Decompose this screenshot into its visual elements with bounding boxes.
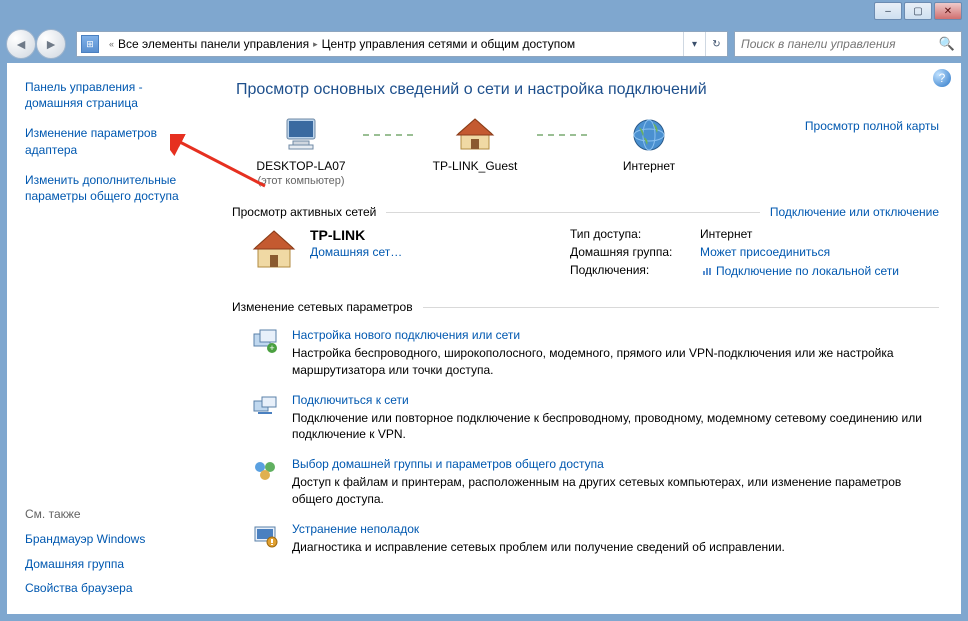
see-also-label: См. также xyxy=(25,507,198,521)
map-connector-icon xyxy=(358,115,418,155)
svg-text:+: + xyxy=(269,343,274,353)
signal-icon xyxy=(700,263,712,275)
network-type-link[interactable]: Домашняя сет… xyxy=(310,245,570,259)
refresh-button[interactable]: ↻ xyxy=(705,32,727,56)
search-box[interactable]: 🔍 xyxy=(734,31,962,57)
task-connect-network-desc: Подключение или повторное подключение к … xyxy=(292,410,939,444)
minimize-button[interactable]: – xyxy=(874,2,902,20)
active-networks-label: Просмотр активных сетей xyxy=(232,205,376,219)
task-homegroup-sharing-desc: Доступ к файлам и принтерам, расположенн… xyxy=(292,474,939,508)
homegroup-key: Домашняя группа: xyxy=(570,245,700,259)
connect-disconnect-link[interactable]: Подключение или отключение xyxy=(770,205,939,219)
back-forward-group: ◄ ► xyxy=(6,29,66,59)
network-map: DESKTOP-LA07 (этот компьютер) TP-LINK_Gu… xyxy=(236,115,939,187)
task-new-connection-link[interactable]: Настройка нового подключения или сети xyxy=(292,328,939,342)
sidebar-firewall-link[interactable]: Брандмауэр Windows xyxy=(25,531,198,547)
sidebar: Панель управления - домашняя страница Из… xyxy=(7,63,212,614)
main-panel: ? Просмотр основных сведений о сети и на… xyxy=(212,63,961,614)
task-new-connection: + Настройка нового подключения или сети … xyxy=(252,328,939,379)
access-type-value: Интернет xyxy=(700,227,752,241)
breadcrumb-arrow-icon: ▸ xyxy=(313,39,318,50)
map-this-computer: DESKTOP-LA07 (этот компьютер) xyxy=(236,115,366,187)
control-panel-icon: ⊞ xyxy=(81,35,99,53)
new-connection-icon: + xyxy=(252,328,278,354)
change-settings-header: Изменение сетевых параметров xyxy=(232,300,939,314)
task-troubleshoot-desc: Диагностика и исправление сетевых пробле… xyxy=(292,539,785,556)
breadcrumb-parent[interactable]: Все элементы панели управления xyxy=(118,37,309,51)
computer-icon xyxy=(236,115,366,155)
map-connector-icon xyxy=(532,115,592,155)
troubleshoot-icon xyxy=(252,522,278,548)
close-button[interactable]: ✕ xyxy=(934,2,962,20)
connection-link[interactable]: Подключение по локальной сети xyxy=(700,263,899,278)
view-full-map-link[interactable]: Просмотр полной карты xyxy=(805,119,939,133)
connections-key: Подключения: xyxy=(570,263,700,278)
sidebar-homegroup-link[interactable]: Домашняя группа xyxy=(25,556,198,572)
task-new-connection-desc: Настройка беспроводного, широкополосного… xyxy=(292,345,939,379)
breadcrumb-current[interactable]: Центр управления сетями и общим доступом xyxy=(322,37,576,51)
map-internet-label: Интернет xyxy=(584,159,714,173)
nav-toolbar: ◄ ► ⊞ « Все элементы панели управления ▸… xyxy=(6,26,962,62)
sidebar-home-link[interactable]: Панель управления - домашняя страница xyxy=(25,79,198,111)
task-homegroup-sharing: Выбор домашней группы и параметров общег… xyxy=(252,457,939,508)
page-title: Просмотр основных сведений о сети и наст… xyxy=(236,81,939,99)
map-router: TP-LINK_Guest xyxy=(410,115,540,173)
back-button[interactable]: ◄ xyxy=(6,29,36,59)
task-connect-network-link[interactable]: Подключиться к сети xyxy=(292,393,939,407)
map-router-label: TP-LINK_Guest xyxy=(410,159,540,173)
help-icon[interactable]: ? xyxy=(933,69,951,87)
address-dropdown-button[interactable]: ▾ xyxy=(683,32,705,56)
sidebar-sharing-link[interactable]: Изменить дополнительные параметры общего… xyxy=(25,172,198,204)
map-computer-label: DESKTOP-LA07 xyxy=(236,159,366,173)
homegroup-sharing-icon xyxy=(252,457,278,483)
task-connect-network: Подключиться к сети Подключение или повт… xyxy=(252,393,939,444)
content-area: Панель управления - домашняя страница Из… xyxy=(6,62,962,615)
connect-network-icon xyxy=(252,393,278,419)
task-homegroup-sharing-link[interactable]: Выбор домашней группы и параметров общег… xyxy=(292,457,939,471)
map-computer-sublabel: (этот компьютер) xyxy=(236,175,366,187)
maximize-button[interactable]: ▢ xyxy=(904,2,932,20)
window-frame: – ▢ ✕ ◄ ► ⊞ « Все элементы панели управл… xyxy=(0,0,968,621)
active-network-block: TP-LINK Домашняя сет… Тип доступа:Интерн… xyxy=(252,227,939,282)
task-troubleshoot-link[interactable]: Устранение неполадок xyxy=(292,522,785,536)
sidebar-browser-link[interactable]: Свойства браузера xyxy=(25,580,198,596)
access-type-key: Тип доступа: xyxy=(570,227,700,241)
task-troubleshoot: Устранение неполадок Диагностика и испра… xyxy=(252,522,939,556)
network-name: TP-LINK xyxy=(310,227,570,243)
search-icon[interactable]: 🔍 xyxy=(939,36,955,52)
breadcrumb-sep-icon: « xyxy=(109,39,114,49)
active-networks-header: Просмотр активных сетей Подключение или … xyxy=(232,205,939,219)
map-internet: Интернет xyxy=(584,115,714,173)
home-network-icon xyxy=(252,227,296,271)
address-bar[interactable]: ⊞ « Все элементы панели управления ▸ Цен… xyxy=(76,31,728,57)
homegroup-link[interactable]: Может присоединиться xyxy=(700,245,830,259)
search-input[interactable] xyxy=(741,37,939,51)
sidebar-adapter-link[interactable]: Изменение параметров адаптера xyxy=(25,125,198,157)
globe-icon xyxy=(584,115,714,155)
house-icon xyxy=(410,115,540,155)
forward-button[interactable]: ► xyxy=(36,29,66,59)
window-controls: – ▢ ✕ xyxy=(874,2,962,20)
change-settings-label: Изменение сетевых параметров xyxy=(232,300,413,314)
network-details: Тип доступа:Интернет Домашняя группа:Мож… xyxy=(570,227,899,282)
